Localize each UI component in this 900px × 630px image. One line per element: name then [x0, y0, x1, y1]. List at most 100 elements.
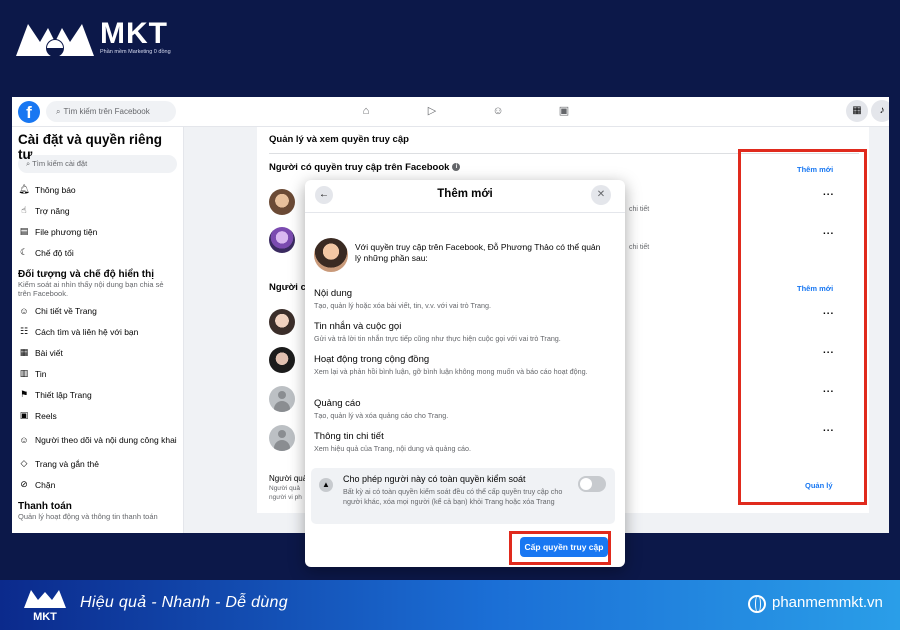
sidebar-item-label: Thông báo	[35, 184, 76, 195]
sidebar-item-posts[interactable]: ▦ Bài viết	[18, 342, 177, 363]
contact-icon: ☷	[19, 326, 29, 336]
book-icon: ▥	[19, 368, 29, 378]
followers-icon: ☺	[19, 434, 29, 445]
sidebar-item-notifications[interactable]: 🔔︎ Thông báo	[18, 179, 177, 200]
permission-desc: Tạo, quản lý và xóa quảng cáo cho Trang.	[314, 411, 449, 420]
sidebar-item-tagging[interactable]: ◇ Trang và gắn thẻ	[18, 453, 177, 474]
toggle-knob	[580, 478, 592, 490]
permission-title: Quảng cáo	[314, 398, 361, 409]
sidebar-item-followers[interactable]: ☺ Người theo dõi và nội dung công khai	[18, 426, 177, 453]
sidebar-title: Cài đặt và quyền riêng tư	[18, 132, 163, 162]
sidebar-item-label: File phương tiện	[35, 226, 98, 237]
sidebar-item-dark-mode[interactable]: ☾ Chế độ tối	[18, 242, 177, 263]
footer-banner: MKT Hiệu quả - Nhanh - Dễ dùng phanmemmk…	[0, 580, 900, 630]
permission-insights: Thông tin chi tiết Xem hiệu quả của Trang…	[314, 431, 614, 454]
bell-icon: 🔔︎	[18, 184, 30, 194]
sidebar-item-label: Reels	[35, 410, 57, 421]
info-icon[interactable]: i	[452, 163, 461, 172]
avatar	[269, 189, 295, 215]
sidebar-item-label: Cách tìm và liên hệ với bạn	[35, 326, 139, 337]
avatar	[269, 425, 295, 451]
avatar	[269, 386, 295, 412]
page-title: Quản lý và xem quyền truy cập	[269, 134, 409, 145]
profile-icon: ☺	[19, 305, 29, 316]
row-detail-text: chi tiết	[629, 206, 650, 213]
tag-icon: ◇	[20, 458, 28, 468]
video-icon[interactable]: ▷	[424, 103, 440, 119]
dialog-title: Thêm mới	[437, 188, 493, 200]
permission-title: Nội dung	[314, 288, 353, 299]
permission-title: Thông tin chi tiết	[314, 431, 384, 442]
sidebar-item-label: Trợ năng	[35, 205, 70, 216]
permission-title: Tin nhắn và cuộc gọi	[314, 321, 402, 332]
moon-icon: ☾	[19, 247, 29, 257]
settings-search-placeholder: Tìm kiếm cài đặt	[32, 159, 88, 168]
full-control-desc: Bất kỳ ai có toàn quyền kiểm soát đều có…	[343, 487, 563, 506]
full-control-toggle[interactable]	[578, 476, 606, 492]
sidebar-item-label: Chế độ tối	[35, 247, 74, 258]
search-placeholder: Tìm kiếm trên Facebook	[63, 107, 150, 116]
footer-slogan: Hiệu quả - Nhanh - Dễ dùng	[80, 594, 288, 611]
avatar	[269, 347, 295, 373]
sidebar-item-page-setup[interactable]: ⚑ Thiết lập Trang	[18, 384, 177, 405]
gaming-icon[interactable]: ▣	[556, 103, 572, 119]
sidebar-item-stories[interactable]: ▥ Tin	[18, 363, 177, 384]
footer-logo-text: MKT	[33, 611, 57, 623]
globe-icon	[748, 595, 766, 613]
permission-ads: Quảng cáo Tạo, quản lý và xóa quảng cáo c…	[314, 398, 614, 421]
sidebar-item-page-details[interactable]: ☺ Chi tiết về Trang	[18, 300, 177, 321]
facebook-topbar: f ⌕ Tìm kiếm trên Facebook ⌂ ▷ ☺ ▣ ▦ ♪	[12, 97, 889, 127]
menu-grid-icon[interactable]: ▦	[846, 100, 868, 122]
sidebar-item-contact[interactable]: ☷ Cách tìm và liên hệ với bạn	[18, 321, 177, 342]
sidebar-item-label: Trang và gắn thẻ	[35, 458, 99, 469]
footer-website[interactable]: phanmemmkt.vn	[772, 594, 883, 611]
section-payment-title: Thanh toán	[18, 501, 72, 512]
avatar	[269, 227, 295, 253]
dialog-intro: Với quyền truy cập trên Facebook, Đỗ Phư…	[355, 242, 601, 263]
mkt-logo-icon	[16, 24, 94, 57]
settings-search-input[interactable]: ⌕ Tìm kiếm cài đặt	[18, 155, 177, 173]
sidebar-item-label: Tin	[35, 368, 47, 379]
sidebar-item-label: Thiết lập Trang	[35, 389, 92, 400]
brand-name: MKT	[100, 17, 168, 50]
notification-bell-icon[interactable]: ♪	[871, 100, 889, 122]
highlight-box	[509, 531, 611, 565]
full-control-title: Cho phép người này có toàn quyền kiểm so…	[343, 474, 526, 484]
sidebar-item-reels[interactable]: ▣ Reels	[18, 405, 177, 426]
permission-community: Hoạt động trong cộng đồng Xem lại và phản…	[314, 354, 614, 377]
sidebar-item-label: Chi tiết về Trang	[35, 305, 97, 316]
mkt-logo-icon: MKT	[24, 590, 66, 623]
row-detail-text: chi tiết	[629, 244, 650, 251]
media-icon: ▤	[19, 226, 29, 236]
facebook-search-input[interactable]: ⌕ Tìm kiếm trên Facebook	[46, 101, 176, 122]
facebook-logo-icon[interactable]: f	[18, 101, 40, 123]
home-icon[interactable]: ⌂	[358, 103, 374, 119]
permission-title: Hoạt động trong cộng đồng	[314, 354, 430, 365]
close-icon[interactable]: ✕	[591, 185, 611, 205]
permission-content: Nội dung Tạo, quản lý hoặc xóa bài viết, …	[314, 288, 614, 311]
flag-icon: ⚑	[19, 389, 29, 399]
sidebar-item-accessibility[interactable]: ☝ Trợ năng	[18, 200, 177, 221]
permission-desc: Xem lại và phản hồi bình luận, gỡ bình l…	[314, 367, 588, 376]
section-subtitle: người vi ph	[269, 494, 302, 501]
settings-sidebar: Cài đặt và quyền riêng tư ⌕ Tìm kiếm cài…	[12, 127, 184, 533]
groups-icon[interactable]: ☺	[490, 103, 506, 119]
post-icon: ▦	[19, 347, 29, 357]
section-audience-subtitle: Kiểm soát ai nhìn thấy nội dung bạn chia…	[18, 280, 164, 298]
full-control-option: ▲ Cho phép người này có toàn quyền kiểm …	[311, 468, 615, 524]
sidebar-item-label: Bài viết	[35, 347, 63, 358]
warning-icon: ▲	[319, 478, 333, 492]
people-access-heading: Người có quyền truy cập trên Facebook i	[269, 162, 461, 173]
sidebar-item-media[interactable]: ▤ File phương tiện	[18, 221, 177, 242]
permission-messages: Tin nhắn và cuộc gọi Gửi và trả lời tin n…	[314, 321, 614, 344]
section-title: Người quả	[269, 474, 308, 483]
brand-header: MKT Phần mềm Marketing 0 đồng	[14, 16, 171, 60]
block-icon: ⊘	[20, 479, 28, 489]
sidebar-item-blocking[interactable]: ⊘ Chặn	[18, 474, 177, 495]
sidebar-item-label: Chặn	[35, 479, 56, 490]
highlight-box	[738, 149, 867, 505]
divider	[305, 212, 625, 213]
permission-desc: Tạo, quản lý hoặc xóa bài viết, tin, v.v…	[314, 301, 492, 310]
sidebar-item-label: Người theo dõi và nội dung công khai	[35, 434, 177, 445]
avatar	[314, 238, 348, 272]
